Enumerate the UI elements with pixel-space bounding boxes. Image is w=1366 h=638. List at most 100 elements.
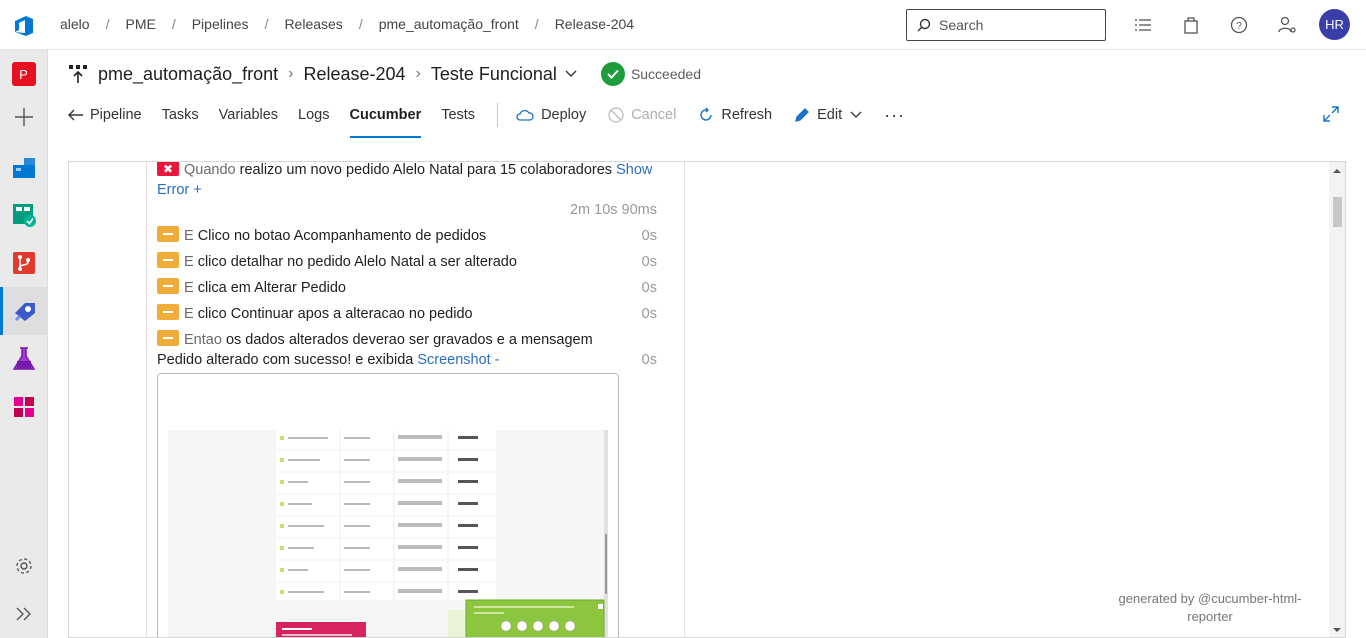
tab-pipeline[interactable]: Pipeline [68,102,142,128]
breadcrumb-releases[interactable]: Releases [284,16,342,32]
step-item: E clico Continuar apos a alteracao no pe… [157,304,657,324]
screenshot-link[interactable]: Screenshot - [417,352,499,368]
deploy-label: Deploy [541,107,587,123]
more-actions-ellipsis-icon[interactable]: ··· [884,105,905,126]
step-item: Entao os dados alterados deverao ser gra… [157,330,657,370]
repos-icon[interactable] [0,239,47,287]
step-duration: 0s [641,228,657,244]
scroll-up-arrow-icon[interactable] [1329,164,1345,178]
user-settings-icon[interactable] [1274,14,1300,36]
tab-logs-label: Logs [298,107,330,123]
breadcrumb-release[interactable]: Release-204 [555,16,634,32]
breadcrumb-org[interactable]: alelo [60,16,90,32]
scroll-down-arrow-icon[interactable] [1329,623,1345,637]
step-keyword: E [184,228,194,244]
release-header: pme_automação_front › Release-204 › Test… [48,50,1366,150]
skipped-minus-icon [157,330,179,346]
check-circle-icon [600,62,625,86]
step-text: clico detalhar no pedido Alelo Natal a s… [197,254,517,270]
overview-icon[interactable] [0,143,47,191]
cancel-label: Cancel [631,107,677,123]
help-icon[interactable]: ? [1226,14,1252,36]
step-item: Quando realizo um novo pedido Alelo Nata… [157,162,657,220]
report-left-gutter [69,162,147,637]
expand-nav-chevrons-icon[interactable] [0,590,47,638]
cloud-icon [516,109,534,121]
deploy-button[interactable]: Deploy [516,107,586,123]
tab-cucumber-label: Cucumber [349,107,422,123]
tab-variables[interactable]: Variables [219,102,278,128]
fullscreen-expand-icon[interactable] [1322,105,1340,128]
tab-variables-label: Variables [218,107,279,123]
task-list-icon[interactable] [1130,14,1156,36]
step-list: Quando realizo um novo pedido Alelo Nata… [157,162,657,376]
avatar-initials: HR [1325,17,1344,32]
scrollbar-thumb[interactable] [1333,197,1342,227]
top-bar: alelo / PME / Pipelines / Releases / pme_aut… [0,0,1366,50]
project-settings-gear-icon[interactable] [0,542,47,590]
step-item: E clica em Alterar Pedido 0s [157,278,657,298]
step-keyword: E [184,254,194,270]
status-text: Succeeded [630,66,701,82]
edit-label: Edit [817,107,843,123]
avatar[interactable]: HR [1319,9,1350,40]
skipped-minus-icon [157,278,179,294]
chevron-down-icon [850,111,862,118]
boards-icon[interactable] [0,191,47,239]
cancel-button[interactable]: Cancel [608,107,676,123]
tab-bar: Pipeline Tasks Variables Logs Cucumber T… [68,102,927,138]
step-text: clico Continuar apos a alteracao no pedi… [197,306,473,322]
breadcrumb-project[interactable]: PME [125,16,155,32]
marketplace-bag-icon[interactable] [1178,14,1204,36]
step-duration: 0s [641,306,657,322]
vertical-scrollbar[interactable] [1329,162,1345,637]
add-icon[interactable] [0,93,47,141]
skipped-minus-icon [157,252,179,268]
chevron-right-icon: › [288,65,294,82]
breadcrumb-pipeline[interactable]: pme_automação_front [379,16,519,32]
pipeline-name[interactable]: pme_automação_front [98,64,278,85]
stage-name[interactable]: Teste Funcional [431,64,557,85]
refresh-button[interactable]: Refresh [698,107,772,123]
cancel-icon [608,107,624,123]
search-box[interactable]: Search [906,9,1106,41]
edit-button[interactable]: Edit [794,107,862,123]
step-text: clica em Alterar Pedido [197,280,346,296]
pencil-icon [795,108,810,122]
step-text: realizo um novo pedido Alelo Natal para … [239,162,613,178]
generated-by-note: generated by @cucumber-html-reporter [1118,591,1302,624]
skipped-minus-icon [157,304,179,320]
cucumber-report-frame: Quando realizo um novo pedido Alelo Nata… [68,161,1346,638]
test-plans-icon[interactable] [0,335,47,383]
tab-logs[interactable]: Logs [298,102,329,128]
azure-devops-logo-icon[interactable] [12,14,36,38]
refresh-icon [700,107,713,121]
step-item: E Clico no botao Acompanhamento de pedid… [157,226,657,246]
stage-dropdown-chevron-icon[interactable] [565,70,577,78]
release-name[interactable]: Release-204 [303,64,405,85]
breadcrumb: alelo / PME / Pipelines / Releases / pme_aut… [60,16,635,32]
step-duration: 0s [641,254,657,270]
artifacts-icon[interactable] [0,383,47,431]
pipelines-icon[interactable] [0,287,47,335]
breadcrumb-pipelines[interactable]: Pipelines [192,16,249,32]
step-keyword: E [184,306,194,322]
search-placeholder: Search [939,17,984,33]
toolbar-divider [497,103,499,127]
scenario-panel: Quando realizo um novo pedido Alelo Nata… [147,162,685,637]
refresh-label: Refresh [721,107,773,123]
left-nav: P [0,50,48,638]
svg-text:?: ? [1236,21,1242,32]
back-arrow-icon [68,109,83,121]
tab-tests[interactable]: Tests [441,102,475,128]
screenshot-image [158,374,618,637]
step-duration: 0s [641,352,657,368]
tab-tasks-label: Tasks [161,107,199,123]
step-keyword: Quando [184,162,236,178]
failure-screenshot[interactable] [157,373,619,637]
tab-cucumber[interactable]: Cucumber [349,102,422,138]
step-item: E clico detalhar no pedido Alelo Natal a… [157,252,657,272]
report-right-panel: generated by @cucumber-html-reporter [685,162,1331,637]
project-avatar[interactable]: P [0,50,47,98]
tab-tasks[interactable]: Tasks [162,102,199,128]
